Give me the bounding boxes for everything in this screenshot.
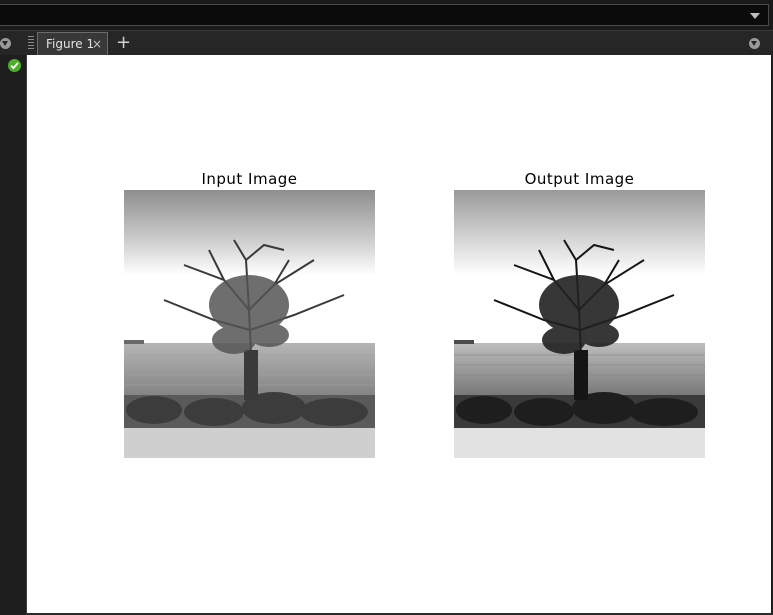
chevron-down-icon[interactable] [750,13,760,19]
input-image [124,190,375,458]
input-image-title: Input Image [201,170,298,188]
path-dropdown-field[interactable] [0,4,769,26]
close-icon[interactable]: × [92,33,102,55]
left-gutter [0,55,27,615]
tab-menu-chevron-icon[interactable] [749,38,760,49]
tab-label: Figure 1 [46,37,95,51]
check-circle-icon [8,59,21,72]
figure-canvas: Input Image Output Image [27,55,771,613]
add-tab-button[interactable]: + [116,32,131,54]
panel-menu-chevron-icon[interactable] [0,38,11,49]
tab-strip: Figure 1 × + [0,30,773,56]
output-image [454,190,705,458]
output-image-title: Output Image [524,170,635,188]
top-bar [0,0,773,30]
drag-grip-icon[interactable] [28,36,34,50]
tab-figure-1[interactable]: Figure 1 × [37,32,108,56]
